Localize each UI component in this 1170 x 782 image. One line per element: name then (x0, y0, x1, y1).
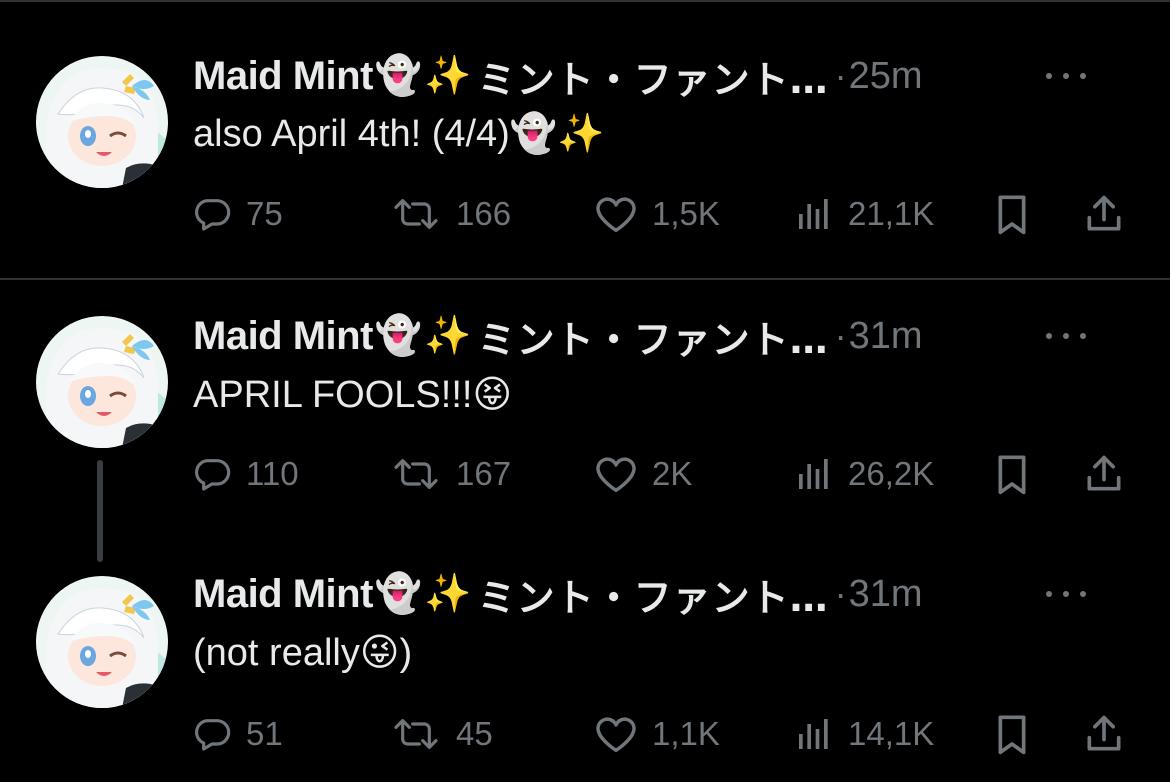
bookmark-icon (998, 455, 1026, 495)
views-count: 26,2K (848, 455, 935, 492)
share-icon (1087, 715, 1121, 751)
tweet-3[interactable]: Maid Mint 👻 ✨ ミント・ファント… · 31m (not reall… (0, 538, 1170, 782)
tweet-header: Maid Mint 👻 ✨ ミント・ファント… · 31m (193, 310, 1130, 362)
separator-dot: · (834, 55, 847, 96)
bookmark-button[interactable] (992, 444, 1032, 504)
avatar[interactable] (36, 316, 168, 448)
like-button[interactable]: 2K (594, 444, 692, 504)
timestamp[interactable]: 25m (849, 55, 923, 98)
avatar[interactable] (36, 56, 168, 188)
reply-count: 110 (246, 455, 299, 492)
more-icon[interactable] (1046, 326, 1086, 346)
share-button[interactable] (1082, 444, 1126, 504)
avatar[interactable] (36, 576, 168, 708)
retweet-count: 167 (456, 455, 512, 492)
action-bar: 51 45 1,1K 14,1K (0, 704, 1170, 764)
avatar-image (36, 576, 168, 708)
sparkles-emoji: ✨ (424, 55, 472, 97)
views-button[interactable]: 14,1K (794, 704, 934, 764)
like-count: 1,1K (652, 715, 720, 752)
like-button[interactable]: 1,5K (594, 184, 720, 244)
action-bar: 75 166 1,5K 21,1K (0, 184, 1170, 244)
bookmark-button[interactable] (992, 184, 1032, 244)
separator-dot: · (834, 573, 847, 614)
reply-button[interactable]: 51 (192, 704, 283, 764)
reply-icon (195, 459, 231, 491)
views-button[interactable]: 21,1K (794, 184, 934, 244)
tweet-1[interactable]: Maid Mint 👻 ✨ ミント・ファント… · 25m also April… (0, 0, 1170, 280)
like-count: 2K (652, 455, 693, 492)
retweet-button[interactable]: 166 (390, 184, 511, 244)
reply-icon (195, 719, 231, 751)
share-button[interactable] (1082, 704, 1126, 764)
display-name[interactable]: Maid Mint (193, 54, 373, 99)
retweet-count: 166 (456, 195, 512, 232)
bookmark-icon (998, 195, 1026, 235)
views-icon (799, 459, 828, 489)
reply-count: 51 (246, 715, 283, 752)
bookmark-button[interactable] (992, 704, 1032, 764)
bookmark-icon (998, 715, 1026, 755)
more-icon[interactable] (1046, 66, 1086, 86)
tweet-feed: Maid Mint 👻 ✨ ミント・ファント… · 25m also April… (0, 0, 1170, 782)
display-name[interactable]: Maid Mint (193, 572, 373, 617)
retweet-button[interactable]: 45 (390, 704, 493, 764)
separator-dot: · (834, 315, 847, 356)
ghost-emoji: 👻 (374, 315, 423, 357)
display-name-jp[interactable]: ミント・ファント… (478, 309, 829, 364)
sparkles-emoji: ✨ (424, 573, 472, 615)
avatar-image (36, 316, 168, 448)
like-count: 1,5K (652, 195, 720, 232)
timestamp[interactable]: 31m (849, 573, 923, 616)
retweet-count: 45 (456, 715, 493, 752)
retweet-icon (394, 719, 438, 749)
views-count: 14,1K (848, 715, 935, 752)
views-count: 21,1K (848, 195, 935, 232)
reply-button[interactable]: 110 (192, 444, 299, 504)
heart-icon (596, 197, 636, 233)
views-icon (799, 719, 828, 749)
heart-icon (596, 717, 636, 753)
ghost-emoji: 👻 (374, 55, 423, 97)
tweet-header: Maid Mint 👻 ✨ ミント・ファント… · 31m (193, 568, 1130, 620)
retweet-icon (394, 199, 438, 229)
reply-icon (195, 199, 231, 231)
timestamp[interactable]: 31m (849, 315, 923, 358)
share-button[interactable] (1082, 184, 1126, 244)
tweet-text: also April 4th! (4/4)👻✨ (193, 113, 605, 155)
share-icon (1087, 195, 1121, 231)
tweet-text: APRIL FOOLS!!!😝 (193, 374, 513, 416)
tweet-header: Maid Mint 👻 ✨ ミント・ファント… · 25m (193, 50, 1130, 102)
views-icon (799, 199, 828, 229)
more-icon[interactable] (1046, 584, 1086, 604)
retweet-icon (394, 459, 438, 489)
tweet-text: (not really😜) (193, 632, 413, 674)
heart-icon (596, 457, 636, 493)
display-name-jp[interactable]: ミント・ファント… (478, 567, 829, 622)
views-button[interactable]: 26,2K (794, 444, 934, 504)
reply-button[interactable]: 75 (192, 184, 283, 244)
action-bar: 110 167 2K 26,2K (0, 444, 1170, 504)
reply-count: 75 (246, 195, 283, 232)
sparkles-emoji: ✨ (424, 315, 472, 357)
retweet-button[interactable]: 167 (390, 444, 511, 504)
like-button[interactable]: 1,1K (594, 704, 720, 764)
display-name[interactable]: Maid Mint (193, 314, 373, 359)
ghost-emoji: 👻 (374, 573, 423, 615)
avatar-image (36, 56, 168, 188)
tweet-2[interactable]: Maid Mint 👻 ✨ ミント・ファント… · 31m APRIL FOOL… (0, 280, 1170, 562)
display-name-jp[interactable]: ミント・ファント… (478, 49, 829, 104)
share-icon (1087, 455, 1121, 491)
